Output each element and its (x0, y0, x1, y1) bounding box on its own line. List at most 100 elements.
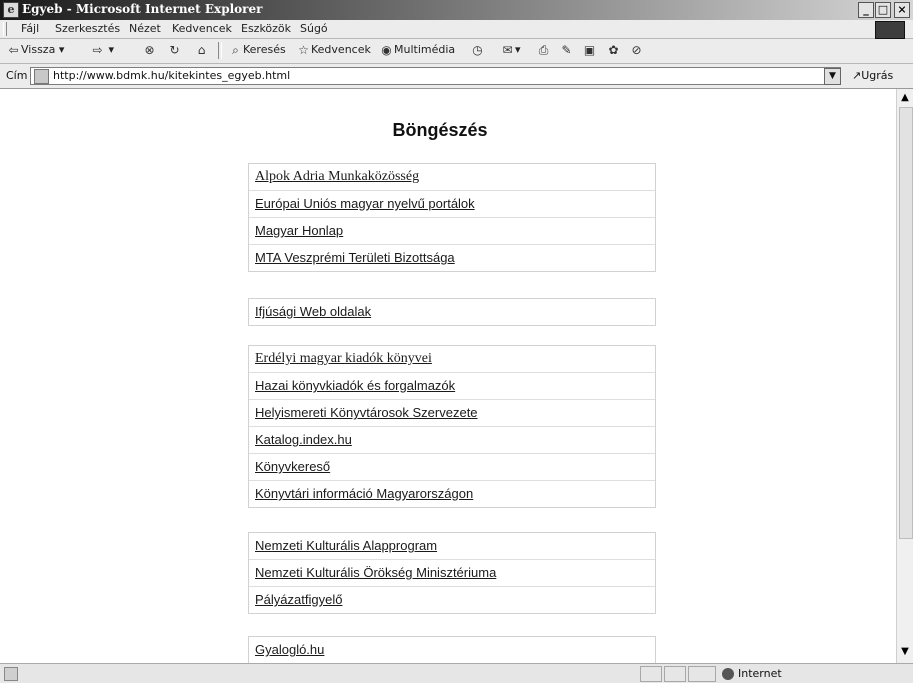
minimize-button[interactable]: _ (858, 2, 874, 18)
print-icon: ⎙ (538, 43, 549, 57)
toolbar: ⇦ Vissza ▾ ⇨ ▾ ⊗ ↻ ⌂ ⌕ Keresés ☆ Kedvencek … (0, 39, 913, 64)
stop-icon: ⊗ (144, 43, 155, 57)
history-button[interactable]: ◷ (470, 43, 485, 57)
link-katalog-index[interactable]: Katalog.index.hu (255, 432, 352, 447)
list-item: Gyalogló.hu (249, 637, 655, 663)
maximize-button[interactable]: □ (875, 2, 891, 18)
print-button[interactable]: ⎙ (536, 43, 551, 57)
media-icon: ◉ (381, 43, 392, 57)
go-button[interactable]: ↗Ugrás (852, 69, 893, 82)
link-group-2: Ifjúsági Web oldalak (248, 298, 656, 326)
stop-button[interactable]: ⊗ (142, 43, 157, 57)
search-button[interactable]: ⌕ Keresés (228, 43, 286, 57)
list-item: Nemzeti Kulturális Alapprogram (249, 533, 655, 560)
edit-icon: ✎ (561, 43, 572, 57)
favorites-label: Kedvencek (311, 43, 371, 56)
link-helyismereti[interactable]: Helyismereti Könyvtárosok Szervezete (255, 405, 478, 420)
list-item: Hazai könyvkiadók és forgalmazók (249, 373, 655, 400)
list-item: Európai Uniós magyar nyelvű portálok (249, 191, 655, 218)
link-magyar-honlap[interactable]: Magyar Honlap (255, 223, 343, 238)
address-input[interactable]: http://www.bdmk.hu/kitekintes_egyeb.html (30, 67, 841, 85)
menu-edit[interactable]: Szerkesztés (55, 22, 120, 35)
link-gyaloglo[interactable]: Gyalogló.hu (255, 642, 324, 657)
zone-label: Internet (738, 667, 782, 680)
list-item: MTA Veszprémi Területi Bizottsága (249, 245, 655, 271)
menu-favorites[interactable]: Kedvencek (172, 22, 232, 35)
link-konyvkereso[interactable]: Könyvkereső (255, 459, 330, 474)
scroll-thumb[interactable] (899, 107, 913, 539)
discuss-button[interactable]: ▣ (582, 43, 597, 57)
link-eu-portals[interactable]: Európai Uniós magyar nyelvű portálok (255, 196, 475, 211)
favorites-button[interactable]: ☆ Kedvencek (296, 43, 371, 57)
menu-view[interactable]: Nézet (129, 22, 161, 35)
menu-file[interactable]: Fájl (21, 22, 39, 35)
research-button[interactable]: ⊘ (629, 43, 644, 57)
back-label: Vissza (21, 43, 56, 56)
history-icon: ◷ (472, 43, 483, 57)
media-label: Multimédia (394, 43, 456, 56)
link-mta-veszprem[interactable]: MTA Veszprémi Területi Bizottsága (255, 250, 455, 265)
page-status-icon (4, 667, 18, 681)
messenger-icon: ✿ (608, 43, 619, 57)
list-item: Helyismereti Könyvtárosok Szervezete (249, 400, 655, 427)
address-dropdown-icon[interactable]: ▼ (824, 68, 841, 85)
list-item: Nemzeti Kulturális Örökség Minisztériuma (249, 560, 655, 587)
research-icon: ⊘ (631, 43, 642, 57)
list-item: Könyvkereső (249, 454, 655, 481)
link-alpok-adria[interactable]: Alpok Adria Munkaközösség (255, 169, 419, 185)
status-bar: Internet (0, 663, 913, 683)
messenger-button[interactable]: ✿ (606, 43, 621, 57)
link-palyazatfigyelo[interactable]: Pályázatfigyelő (255, 592, 342, 607)
address-url: http://www.bdmk.hu/kitekintes_egyeb.html (53, 69, 291, 82)
list-item: Erdélyi magyar kiadók könyvei (249, 346, 655, 373)
mail-button[interactable]: ✉ ▾ (500, 43, 520, 57)
forward-arrow-icon: ⇨ (92, 43, 103, 57)
vertical-scrollbar[interactable]: ▲ ▼ (896, 89, 913, 663)
link-group-1: Alpok Adria Munkaközösség Európai Uniós … (248, 163, 656, 272)
refresh-icon: ↻ (169, 43, 180, 57)
page-icon (34, 69, 49, 84)
scroll-up-icon[interactable]: ▲ (898, 91, 912, 105)
link-hazai-kiadok[interactable]: Hazai könyvkiadók és forgalmazók (255, 378, 455, 393)
edit-button[interactable]: ✎ (559, 43, 574, 57)
back-arrow-icon: ⇦ (8, 43, 19, 57)
link-group-4: Nemzeti Kulturális Alapprogram Nemzeti K… (248, 532, 656, 614)
security-zone: Internet (722, 667, 782, 680)
media-button[interactable]: ◉ Multimédia (379, 43, 455, 57)
status-pane (640, 666, 662, 682)
list-item: Alpok Adria Munkaközösség (249, 164, 655, 191)
favorites-icon: ☆ (298, 43, 309, 57)
scroll-down-icon[interactable]: ▼ (898, 645, 912, 659)
link-ifjusagi-web[interactable]: Ifjúsági Web oldalak (255, 304, 371, 319)
menu-help[interactable]: Súgó (300, 22, 328, 35)
ie-icon: e (3, 2, 19, 18)
link-konyvtari-info[interactable]: Könyvtári információ Magyarországon (255, 486, 473, 501)
page-content: Böngészés Alpok Adria Munkaközösség Euró… (0, 89, 896, 663)
link-group-5: Gyalogló.hu (248, 636, 656, 663)
go-arrow-icon: ↗ (852, 69, 862, 82)
address-label: Cím (6, 69, 28, 82)
mail-icon: ✉ (502, 43, 513, 57)
refresh-button[interactable]: ↻ (167, 43, 182, 57)
search-icon: ⌕ (232, 43, 239, 57)
close-button[interactable]: × (894, 2, 910, 18)
list-item: Könyvtári információ Magyarországon (249, 481, 655, 507)
status-pane (688, 666, 716, 682)
page-title: Böngészés (392, 120, 488, 140)
home-icon: ⌂ (197, 43, 206, 57)
menu-grip (3, 22, 7, 36)
forward-button[interactable]: ⇨ ▾ (90, 43, 114, 57)
search-label: Keresés (243, 43, 286, 56)
list-item: Magyar Honlap (249, 218, 655, 245)
home-button[interactable]: ⌂ (194, 43, 209, 57)
list-item: Katalog.index.hu (249, 427, 655, 454)
status-pane (664, 666, 686, 682)
link-erdelyi-kiadok[interactable]: Erdélyi magyar kiadók könyvei (255, 351, 432, 367)
discuss-icon: ▣ (583, 43, 596, 57)
back-button[interactable]: ⇦ Vissza ▾ (6, 43, 64, 57)
link-nkom[interactable]: Nemzeti Kulturális Örökség Minisztériuma (255, 565, 496, 580)
menu-tools[interactable]: Eszközök (241, 22, 291, 35)
list-item: Ifjúsági Web oldalak (249, 299, 655, 325)
link-nka[interactable]: Nemzeti Kulturális Alapprogram (255, 538, 437, 553)
title-bar: e Egyeb - Microsoft Internet Explorer _ … (0, 0, 913, 20)
